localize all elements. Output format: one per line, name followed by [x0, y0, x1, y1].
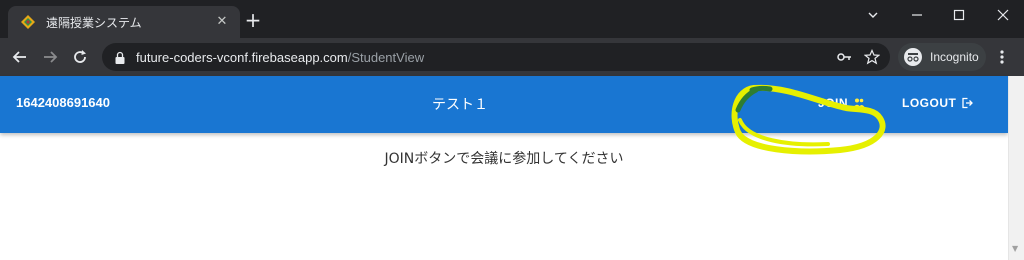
scroll-down-icon[interactable]: ▼ — [1012, 244, 1018, 253]
group-icon — [853, 97, 865, 109]
tab-close-icon[interactable]: ✕ — [214, 14, 230, 30]
logout-button[interactable]: LOGOUT — [902, 92, 974, 114]
tab-search-icon[interactable] — [864, 6, 882, 24]
vertical-scrollbar[interactable] — [1008, 76, 1024, 260]
instruction-message: JOINボタンで会議に参加してください — [384, 151, 624, 167]
join-button-label: JOIN — [818, 96, 849, 110]
user-id: 1642408691640 — [16, 95, 110, 110]
browser-toolbar: future-coders-vconf.firebaseapp.com/Stud… — [0, 38, 1024, 76]
url-path: /StudentView — [347, 49, 425, 65]
incognito-icon — [904, 48, 922, 66]
star-icon[interactable] — [863, 49, 881, 65]
incognito-indicator[interactable]: Incognito — [898, 43, 986, 71]
lock-icon[interactable] — [114, 50, 126, 64]
reload-icon[interactable] — [70, 47, 90, 67]
back-icon[interactable] — [10, 47, 30, 67]
url-host: future-coders-vconf.firebaseapp.com — [136, 49, 348, 65]
app-bar: 1642408691640 テスト１ JOIN LOGOUT — [0, 76, 1008, 133]
maximize-icon[interactable] — [950, 6, 968, 24]
close-window-icon[interactable] — [994, 6, 1012, 24]
address-bar[interactable]: future-coders-vconf.firebaseapp.com/Stud… — [102, 43, 890, 71]
browser-titlebar: 遠隔授業システム ✕ + — [0, 0, 1024, 38]
forward-icon[interactable] — [40, 47, 60, 67]
incognito-label: Incognito — [930, 50, 979, 64]
page-viewport: 1642408691640 テスト１ JOIN LOGOUT JOINボタンで会… — [0, 76, 1008, 260]
join-button[interactable]: JOIN — [818, 92, 865, 114]
logout-icon — [961, 97, 974, 109]
more-icon[interactable] — [994, 47, 1010, 67]
key-icon[interactable] — [836, 49, 852, 65]
logout-button-label: LOGOUT — [902, 96, 957, 110]
tab-title: 遠隔授業システム — [46, 15, 142, 30]
minimize-icon[interactable] — [908, 6, 926, 24]
page-title: テスト１ — [432, 97, 488, 113]
browser-tab[interactable]: 遠隔授業システム ✕ — [8, 6, 240, 38]
site-favicon-icon — [20, 14, 36, 30]
new-tab-button[interactable]: + — [244, 10, 262, 30]
